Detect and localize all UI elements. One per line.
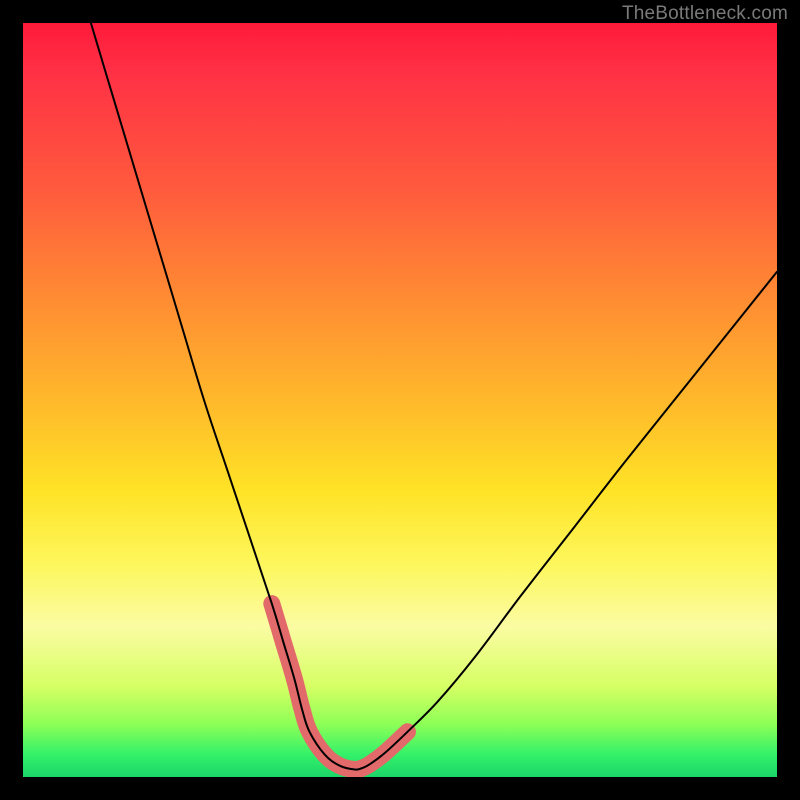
chart-frame: TheBottleneck.com [0,0,800,800]
plot-area [23,23,777,777]
bottleneck-curve [91,23,777,770]
curve-highlight [272,604,408,770]
watermark-text: TheBottleneck.com [622,3,788,25]
curve-layer [23,23,777,777]
